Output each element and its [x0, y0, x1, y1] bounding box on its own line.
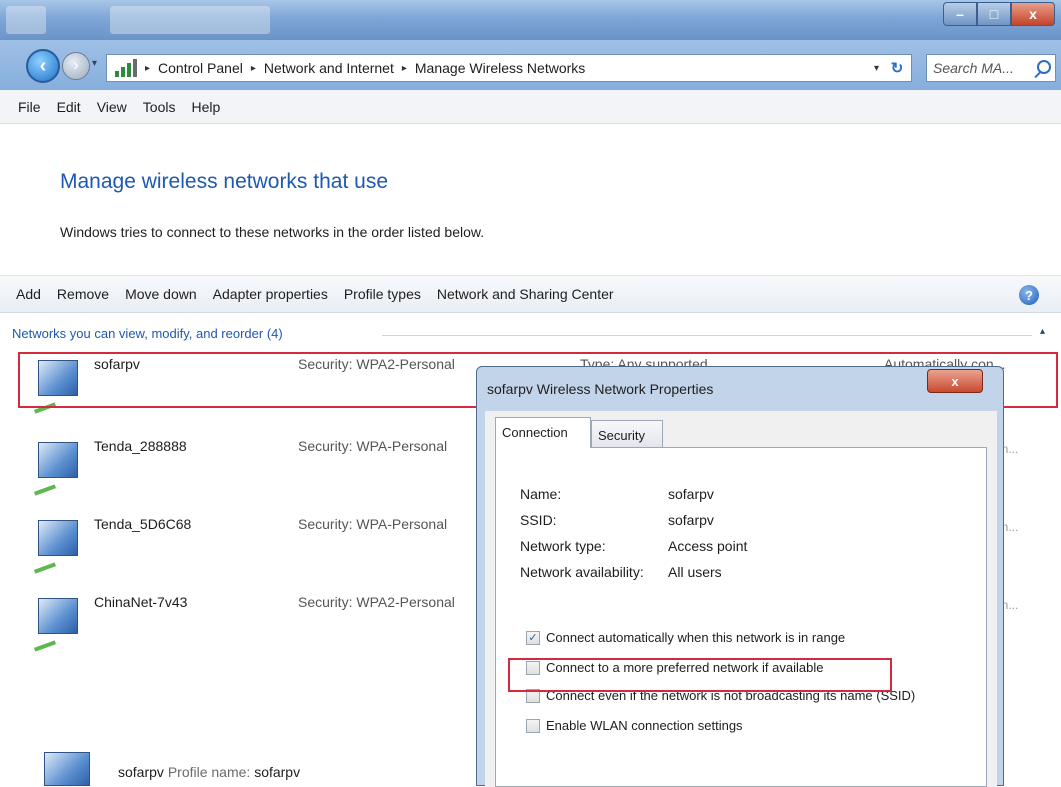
add-button[interactable]: Add	[16, 286, 41, 302]
menu-help[interactable]: Help	[191, 99, 220, 115]
status-details: sofarpv Profile name: sofarpv	[118, 764, 300, 780]
title-glass	[110, 6, 270, 34]
window-title-bar: – □ x	[0, 0, 1061, 40]
breadcrumb-control-panel[interactable]: Control Panel	[158, 60, 243, 76]
breadcrumb-separator: ▸	[401, 62, 407, 74]
menu-tools[interactable]: Tools	[143, 99, 176, 115]
network-security: Security: WPA-Personal	[298, 516, 448, 532]
wireless-network-icon	[33, 516, 88, 578]
search-input[interactable]: Search MA...	[926, 54, 1056, 82]
dialog-body: Connection Security Name: sofarpv SSID: …	[485, 411, 997, 787]
profile-types-button[interactable]: Profile types	[344, 286, 421, 302]
breadcrumb-separator: ▸	[250, 62, 256, 74]
remove-button[interactable]: Remove	[57, 286, 109, 302]
minimize-button[interactable]: –	[943, 2, 977, 26]
status-profile-value: sofarpv	[254, 764, 301, 780]
recent-pages-chevron-icon[interactable]: ▾	[92, 58, 97, 69]
breadcrumb-manage-wireless-networks[interactable]: Manage Wireless Networks	[415, 60, 585, 76]
prop-name-label: Name:	[520, 486, 562, 502]
prop-network-type-value: Access point	[668, 538, 748, 554]
connection-tab-panel: Name: sofarpv SSID: sofarpv Network type…	[495, 447, 987, 787]
page-title: Manage wireless networks that use	[60, 170, 388, 193]
adapter-properties-button[interactable]: Adapter properties	[213, 286, 328, 302]
tab-security[interactable]: Security	[591, 420, 663, 447]
network-sharing-center-button[interactable]: Network and Sharing Center	[437, 286, 614, 302]
checkbox-checked-icon: ✓	[526, 630, 540, 645]
network-bars-icon	[115, 59, 137, 77]
menu-bar: File Edit View Tools Help	[0, 90, 1061, 124]
network-properties-dialog: sofarpv Wireless Network Properties x Co…	[476, 366, 1004, 787]
menu-file[interactable]: File	[18, 99, 41, 115]
network-name: ChinaNet-7v43	[94, 594, 188, 610]
auto-connect-checkbox[interactable]: ✓ Connect automatically when this networ…	[526, 630, 845, 645]
selected-network-icon	[44, 752, 90, 786]
network-name: Tenda_288888	[94, 438, 187, 454]
dialog-close-button[interactable]: x	[927, 369, 983, 393]
help-icon[interactable]: ?	[1019, 285, 1039, 305]
breadcrumb-network-and-internet[interactable]: Network and Internet	[264, 60, 394, 76]
prop-ssid-label: SSID:	[520, 512, 557, 528]
wireless-network-icon	[33, 594, 88, 656]
close-button[interactable]: x	[1011, 2, 1055, 26]
page-subtitle: Windows tries to connect to these networ…	[60, 224, 485, 240]
prop-ssid-value: sofarpv	[668, 512, 714, 528]
maximize-button[interactable]: □	[977, 2, 1011, 26]
menu-view[interactable]: View	[97, 99, 127, 115]
group-divider	[382, 335, 1032, 336]
address-dropdown-icon[interactable]: ▾	[874, 63, 879, 74]
wireless-network-icon	[33, 438, 88, 500]
prop-availability-label: Network availability:	[520, 564, 644, 580]
group-header[interactable]: Networks you can view, modify, and reord…	[12, 326, 283, 341]
prop-name-value: sofarpv	[668, 486, 714, 502]
menu-edit[interactable]: Edit	[57, 99, 81, 115]
network-security: Security: WPA-Personal	[298, 438, 448, 454]
back-button[interactable]: ‹	[26, 49, 60, 83]
search-placeholder: Search MA...	[933, 60, 1014, 76]
breadcrumb-separator: ▸	[145, 62, 151, 74]
tab-connection[interactable]: Connection	[495, 417, 591, 448]
search-icon[interactable]	[1037, 60, 1051, 74]
auto-connect-label: Connect automatically when this network …	[546, 630, 846, 645]
prop-availability-value: All users	[668, 564, 722, 580]
wlan-settings-checkbox[interactable]: Enable WLAN connection settings	[526, 718, 743, 733]
network-security: Security: WPA2-Personal	[298, 594, 455, 610]
command-bar: Add Remove Move down Adapter properties …	[0, 275, 1061, 313]
collapse-chevron-icon[interactable]: ▴	[1040, 326, 1045, 337]
forward-button[interactable]: ›	[62, 52, 90, 80]
wlan-settings-label: Enable WLAN connection settings	[546, 718, 743, 733]
network-name: Tenda_5D6C68	[94, 516, 192, 532]
address-bar[interactable]: ▸ Control Panel ▸ Network and Internet ▸…	[106, 54, 912, 82]
dialog-title: sofarpv Wireless Network Properties	[487, 381, 714, 397]
status-network-name: sofarpv	[118, 764, 164, 780]
checkbox-highlight	[508, 658, 892, 692]
status-profile-label: Profile name:	[167, 764, 251, 780]
checkbox-icon	[526, 718, 540, 733]
prop-network-type-label: Network type:	[520, 538, 606, 554]
refresh-icon[interactable]: ↻	[882, 54, 912, 82]
app-icon	[6, 6, 46, 34]
move-down-button[interactable]: Move down	[125, 286, 197, 302]
